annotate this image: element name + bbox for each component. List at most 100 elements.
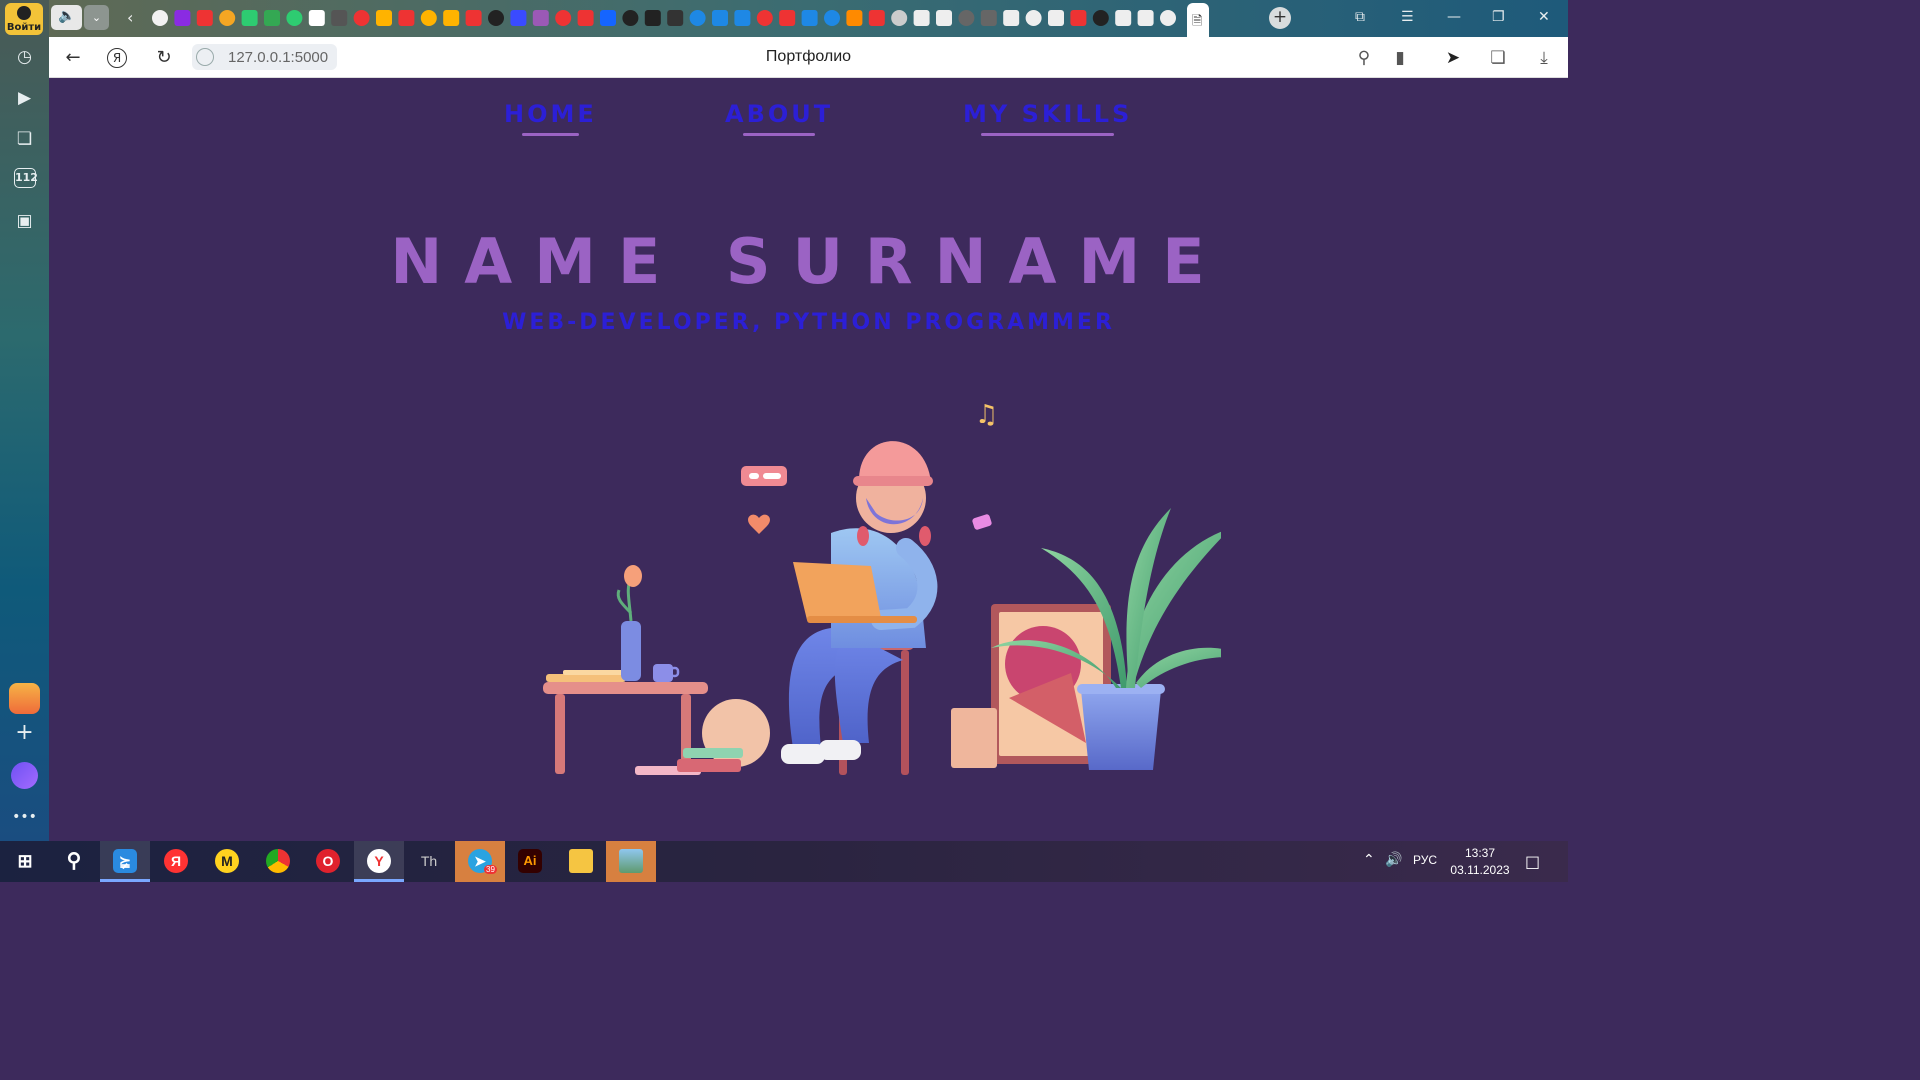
tab-favicon[interactable] [712, 10, 728, 26]
collections-icon[interactable]: ⧉ [1355, 9, 1365, 25]
taskbar-search-button[interactable]: ⚲ [49, 841, 99, 882]
nav-about-link[interactable]: ABOUT [725, 100, 833, 136]
nav-skills-link[interactable]: MY SKILLS [963, 100, 1132, 136]
tab-favicon[interactable] [913, 10, 930, 26]
tab-favicon[interactable] [152, 10, 168, 26]
active-tab[interactable]: 🗎 [1187, 3, 1209, 37]
tab-strip: 🔈 ⌄ ‹ 🗎 + ⧉ ☰ — ❐ ✕ [49, 0, 1568, 37]
taskbar-illustrator[interactable]: Ai [505, 841, 555, 882]
tab-favicon[interactable] [891, 10, 908, 26]
tab-favicon[interactable] [689, 10, 706, 26]
tab-favicon[interactable] [1137, 10, 1154, 26]
volume-icon[interactable]: 🔊 [1385, 852, 1402, 868]
tabs-scroll-left-icon[interactable]: ‹ [127, 8, 133, 27]
screenshot-icon[interactable]: ▣ [12, 209, 37, 234]
login-button[interactable]: Войти [5, 3, 43, 35]
tab-favicon[interactable] [1092, 10, 1109, 26]
opera-icon: O [316, 849, 340, 873]
new-tab-button[interactable]: + [1269, 7, 1291, 29]
tab-favicon[interactable] [376, 10, 392, 26]
alice-assistant-icon[interactable] [11, 762, 38, 789]
page-viewport: HOME ABOUT MY SKILLS NAME SURNAME WEB-DE… [49, 78, 1568, 841]
taskbar-yandex-market[interactable]: M [202, 841, 252, 882]
notifications-icon[interactable]: □ [1525, 852, 1540, 871]
tab-favicon[interactable] [577, 10, 594, 26]
tab-favicon[interactable] [353, 10, 370, 26]
tab-favicon[interactable] [622, 10, 639, 26]
chrome-icon [266, 849, 290, 873]
restore-button[interactable]: ❐ [1492, 9, 1505, 25]
tab-favicon[interactable] [868, 10, 885, 26]
clock[interactable]: 13:37 03.11.2023 [1450, 845, 1510, 879]
tab-favicon[interactable] [846, 10, 863, 26]
taskbar-opera[interactable]: O [303, 841, 353, 882]
close-button[interactable]: ✕ [1538, 9, 1550, 25]
minimize-button[interactable]: — [1447, 9, 1461, 25]
taskbar-yandex[interactable]: Я [151, 841, 201, 882]
tab-favicon[interactable] [264, 10, 280, 26]
tab-favicon[interactable] [980, 10, 997, 26]
tab-favicon[interactable] [756, 10, 773, 26]
taskbar-file-explorer[interactable] [556, 841, 606, 882]
taskbar-vscode[interactable]: ⪶ [100, 841, 150, 882]
tab-favicon[interactable] [600, 10, 616, 26]
menu-icon[interactable]: ☰ [1401, 9, 1414, 25]
tab-favicon[interactable] [465, 10, 482, 26]
sound-tab-button[interactable]: 🔈 [51, 5, 82, 30]
taskbar-telegram[interactable]: ➤ 39 [455, 841, 505, 882]
taskbar-photos[interactable] [606, 841, 656, 882]
tab-favicon[interactable] [936, 10, 952, 26]
tab-favicon[interactable] [801, 10, 818, 26]
tab-list-dropdown[interactable]: ⌄ [84, 5, 109, 30]
bookmark-icon[interactable]: ▮ [1389, 47, 1411, 69]
tab-favicon[interactable] [488, 10, 504, 26]
tab-favicon[interactable] [286, 10, 303, 26]
tab-favicon[interactable] [443, 10, 460, 26]
tab-favicons[interactable] [146, 0, 1181, 37]
taskbar-yandex-browser[interactable]: Y [354, 841, 404, 882]
download-icon[interactable]: ⤓ [1533, 47, 1555, 69]
tab-favicon[interactable] [420, 10, 437, 26]
tab-favicon[interactable] [958, 10, 975, 26]
tab-favicon[interactable] [1070, 10, 1087, 26]
tab-favicon[interactable] [644, 10, 661, 26]
tray-overflow-icon[interactable]: ⌃ [1363, 852, 1375, 868]
tab-favicon[interactable] [174, 10, 191, 26]
add-icon[interactable]: + [12, 720, 37, 745]
tab-favicon[interactable] [667, 10, 684, 26]
nav-home-link[interactable]: HOME [504, 100, 597, 136]
illustrator-icon: Ai [518, 849, 542, 873]
input-language[interactable]: РУС [1413, 853, 1437, 867]
tab-favicon[interactable] [398, 10, 415, 26]
tab-favicon[interactable] [532, 10, 549, 26]
tab-favicon[interactable] [219, 10, 236, 26]
tab-favicon[interactable] [1115, 10, 1132, 26]
tab-favicon[interactable] [510, 10, 527, 26]
tab-favicon[interactable] [241, 10, 258, 26]
tab-favicon[interactable] [779, 10, 796, 26]
tab-favicon[interactable] [1048, 10, 1064, 26]
tab-favicon[interactable] [1160, 10, 1176, 26]
windows-start-button[interactable]: ⊞ [0, 841, 50, 882]
taskbar-chrome[interactable] [253, 841, 303, 882]
tab-favicon[interactable] [308, 10, 325, 26]
media-icon[interactable]: ▶ [12, 86, 37, 111]
emergency-112-icon[interactable]: 112 [14, 168, 38, 188]
send-icon[interactable]: ➤ [1442, 47, 1464, 69]
search-page-icon[interactable]: ⚲ [1353, 47, 1375, 69]
mail-app-icon[interactable] [9, 683, 40, 714]
taskbar-text-app[interactable]: Th [404, 841, 454, 882]
tab-favicon[interactable] [824, 10, 840, 26]
tab-favicon[interactable] [1003, 10, 1020, 26]
tab-favicon[interactable] [555, 10, 572, 26]
more-icon[interactable]: ••• [12, 805, 37, 830]
tab-favicon[interactable] [331, 10, 348, 26]
translate-icon[interactable]: ❏ [1487, 47, 1509, 69]
history-icon[interactable]: ◷ [12, 45, 37, 70]
speaker-icon: 🔈 [58, 8, 76, 24]
tabs-icon[interactable]: ❏ [12, 127, 37, 152]
tab-favicon[interactable] [734, 10, 751, 26]
tab-favicon[interactable] [196, 10, 213, 26]
tab-favicon[interactable] [1025, 10, 1042, 26]
folder-icon [569, 849, 593, 873]
